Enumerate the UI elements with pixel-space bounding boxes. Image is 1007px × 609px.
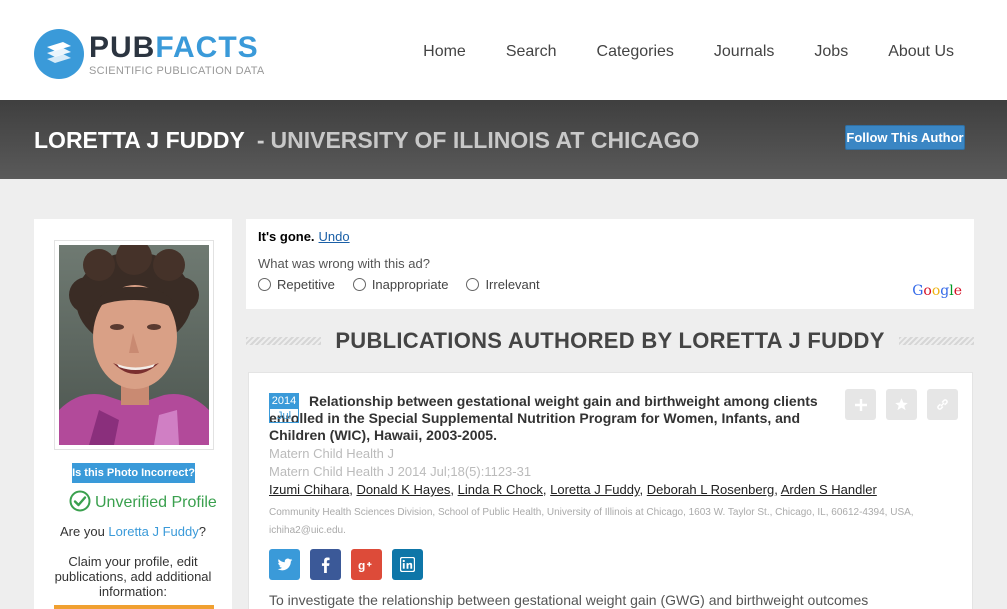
google-logo-letter: g [940,283,950,299]
publications-title: PUBLICATIONS AUTHORED BY LORETTA J FUDDY [335,328,885,353]
logo-facts: FACTS [155,31,259,64]
author-affiliation: Community Health Sciences Division, Scho… [269,507,914,536]
author-link[interactable]: Loretta J Fuddy [550,482,639,497]
publications-heading: PUBLICATIONS AUTHORED BY LORETTA J FUDDY [246,326,975,356]
unverified-profile: Unverified Profile [69,490,217,517]
are-you-prefix: Are you [60,524,109,539]
ad-option-repetitive[interactable]: Repetitive [258,277,335,292]
ad-gone-text: It's gone. [258,229,315,244]
claim-profile-button[interactable] [54,605,214,609]
google-logo-letter: o [931,283,941,299]
google-logo-letter: G [912,283,924,299]
nav-jobs[interactable]: Jobs [814,42,848,62]
ad-question: What was wrong with this ad? [258,256,430,271]
follow-author-button[interactable]: Follow This Author [845,125,965,150]
stacked-papers-icon [34,29,84,79]
journal-citation: Matern Child Health J 2014 Jul;18(5):112… [269,464,532,479]
are-you-prompt: Are you Loretta J Fuddy? [34,524,232,539]
logo-tagline: SCIENTIFIC PUBLICATION DATA [89,65,265,77]
ad-option-inappropriate[interactable]: Inappropriate [352,277,449,292]
ad-gone-message: It's gone. Undo [258,229,350,244]
journal-name: Matern Child Health J [269,446,394,461]
radio-button[interactable] [352,278,366,291]
heading-divider [898,337,975,345]
undo-link[interactable]: Undo [319,229,350,244]
author-sidebar: Is this Photo Incorrect? Unverified Prof… [34,219,232,609]
abstract-snippet: To investigate the relationship between … [269,592,869,608]
radio-button[interactable] [466,278,480,291]
unverified-label: Unverified Profile [95,494,217,511]
google-logo-letter: e [953,283,962,299]
svg-text:g: g [358,558,365,572]
ad-options: Repetitive Inappropriate Irrelevant [258,277,540,292]
nav-categories[interactable]: Categories [597,42,674,62]
ad-option-label: Inappropriate [371,277,449,292]
ad-option-label: Irrelevant [485,277,540,292]
check-circle-icon [69,490,91,517]
share-buttons: g [269,549,423,580]
title-separator: - [256,127,265,153]
author-link[interactable]: Arden S Handler [781,482,877,497]
page-title: LORETTA J FUDDY - UNIVERSITY OF ILLINOIS A… [34,127,699,153]
google-logo-letter: o [923,283,932,299]
nav-about-us[interactable]: About Us [888,42,954,62]
heading-divider [246,337,322,345]
link-icon[interactable] [927,389,958,420]
author-photo [54,240,214,450]
main-nav: Home Search Categories Journals Jobs Abo… [423,42,954,62]
logo-wordmark: PUBFACTS [89,32,259,64]
are-you-suffix: ? [198,524,206,539]
publication-actions [845,389,958,420]
nav-search[interactable]: Search [506,42,557,62]
publication-title[interactable]: Relationship between gestational weight … [269,393,834,444]
ad-feedback-box: It's gone. Undo What was wrong with this … [246,219,974,309]
publication-month: Jul [276,410,292,422]
pubfacts-logo[interactable]: PUBFACTS SCIENTIFIC PUBLICATION DATA [34,29,264,81]
star-icon[interactable] [886,389,917,420]
google-plus-icon[interactable]: g [351,549,382,580]
google-logo-text: Google [912,283,962,299]
author-institution[interactable]: UNIVERSITY OF ILLINOIS AT CHICAGO [271,127,700,153]
claim-author-link[interactable]: Loretta J Fuddy [108,524,198,539]
photo-incorrect-button[interactable]: Is this Photo Incorrect? [72,463,195,483]
radio-button[interactable] [258,278,271,291]
publication-card: Relationship between gestational weight … [248,372,973,609]
claim-profile-text: Claim your profile, edit publications, a… [54,554,212,599]
publication-year: 2014 [270,394,298,409]
site-header: PUBFACTS SCIENTIFIC PUBLICATION DATA Hom… [0,0,1007,100]
nav-journals[interactable]: Journals [714,42,774,62]
author-link[interactable]: Donald K Hayes [356,482,450,497]
ad-option-label: Repetitive [277,277,335,292]
author-list: Izumi Chihara, Donald K Hayes, Linda R C… [269,482,877,497]
author-link[interactable]: Linda R Chock [458,482,543,497]
nav-home[interactable]: Home [423,42,466,62]
google-logo: Google [912,283,962,299]
logo-pub: PUB [89,31,156,64]
facebook-icon[interactable] [310,549,341,580]
author-link[interactable]: Izumi Chihara [269,482,349,497]
plus-icon[interactable] [845,389,876,420]
author-name: LORETTA J FUDDY [34,127,245,153]
author-link[interactable]: Deborah L Rosenberg [647,482,774,497]
twitter-icon[interactable] [269,549,300,580]
publication-date-badge: 2014 Jul [269,393,299,423]
linkedin-icon[interactable] [392,549,423,580]
ad-option-irrelevant[interactable]: Irrelevant [466,277,540,292]
